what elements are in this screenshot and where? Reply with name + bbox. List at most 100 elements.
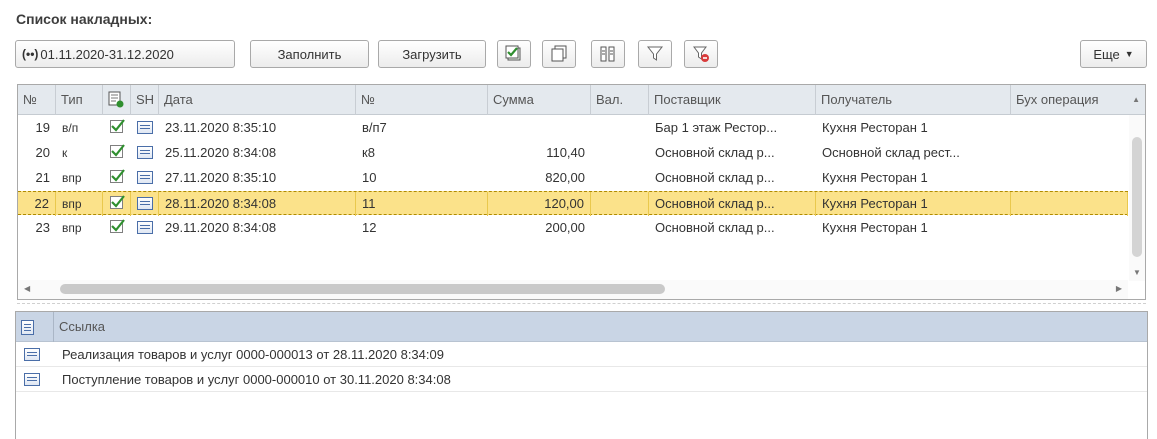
row-number: 19 — [35, 120, 50, 135]
posted-checkbox[interactable] — [103, 141, 131, 165]
col-header-accounting-op[interactable]: Бух операция — [1011, 85, 1128, 115]
row-number: 20 — [35, 145, 50, 160]
scroll-up-icon[interactable]: ▲ — [1132, 95, 1140, 104]
row-accounting-op — [1011, 192, 1128, 216]
row-currency — [591, 166, 649, 190]
col-header-date[interactable]: Дата — [159, 85, 356, 115]
row-number: 22 — [18, 192, 56, 216]
row-date: 23.11.2020 8:35:10 — [165, 120, 277, 135]
col-header-sh[interactable]: SH — [131, 85, 159, 115]
row-supplier: Бар 1 этаж Рестор... — [655, 120, 778, 135]
link-text[interactable]: Поступление товаров и услуг 0000-000010 … — [56, 368, 756, 392]
table-row[interactable]: 19 в/п 23.11.2020 8:35:10 в/п7 Бар 1 этаж Ре… — [18, 116, 1128, 140]
row-doc-number: 10 — [362, 170, 377, 185]
row-currency — [591, 192, 649, 216]
row-receiver: Кухня Ресторан 1 — [816, 192, 1011, 216]
table-row[interactable]: 20 к 25.11.2020 8:34:08 к8 110,40 Основной ск… — [18, 141, 1128, 165]
col-header-currency[interactable]: Вал. — [591, 85, 649, 115]
row-type: в/п — [62, 121, 79, 135]
row-type: впр — [62, 221, 82, 235]
links-col-header[interactable]: Ссылка — [54, 312, 454, 342]
row-date: 28.11.2020 8:34:08 — [159, 192, 356, 216]
row-number: 21 — [35, 170, 50, 185]
document-icon — [131, 216, 159, 240]
table-row[interactable]: 21 впр 27.11.2020 8:35:10 10 820,00 Основной … — [18, 166, 1128, 190]
row-accounting-op — [1011, 216, 1128, 240]
doc-icon — [16, 312, 54, 342]
links-table: Ссылка Реализация товаров и услуг 0000-0… — [15, 311, 1148, 439]
col-header-sum[interactable]: Сумма — [488, 85, 591, 115]
chevron-down-icon: ▼ — [1124, 49, 1134, 59]
col-header-type[interactable]: Тип — [56, 85, 103, 115]
row-doc-number: 12 — [362, 220, 377, 235]
row-supplier: Основной склад р... — [649, 192, 816, 216]
panel-splitter[interactable] — [17, 303, 1146, 304]
table-row[interactable]: 22 впр 28.11.2020 8:34:08 11 120,00 Основной … — [18, 191, 1128, 216]
row-sum: 110,40 — [546, 145, 585, 160]
clear-filter-icon[interactable] — [684, 40, 718, 68]
row-supplier: Основной склад р... — [655, 170, 775, 185]
row-number: 23 — [35, 220, 50, 235]
list-item[interactable]: Поступление товаров и услуг 0000-000010 … — [16, 368, 1147, 392]
document-icon — [131, 166, 159, 190]
load-button[interactable]: Загрузить — [378, 40, 486, 68]
row-sum: 820,00 — [545, 170, 585, 185]
row-sum: 200,00 — [545, 220, 585, 235]
row-type: впр — [62, 171, 82, 185]
col-header-supplier[interactable]: Поставщик — [649, 85, 816, 115]
period-icon: (••) — [22, 47, 39, 61]
row-doc-number: 11 — [356, 192, 488, 216]
row-doc-number: к8 — [362, 145, 375, 160]
row-currency — [591, 116, 649, 140]
links-header: Ссылка — [16, 312, 1147, 342]
row-type: впр — [56, 192, 103, 216]
scroll-left-icon[interactable]: ◀ — [24, 284, 30, 293]
vertical-scrollbar[interactable]: ▼ — [1129, 115, 1145, 281]
row-accounting-op — [1011, 166, 1128, 190]
row-supplier: Основной склад р... — [655, 220, 775, 235]
scroll-down-icon[interactable]: ▼ — [1133, 268, 1141, 277]
list-item[interactable]: Реализация товаров и услуг 0000-000013 о… — [16, 343, 1147, 367]
row-accounting-op — [1011, 141, 1128, 165]
document-icon — [18, 343, 54, 367]
vertical-scroll-thumb[interactable] — [1132, 137, 1142, 257]
posted-checkbox[interactable] — [103, 116, 131, 140]
fill-button[interactable]: Заполнить — [250, 40, 369, 68]
row-receiver: Основной склад рест... — [822, 145, 960, 160]
document-icon — [131, 192, 159, 216]
table-row[interactable]: 23 впр 29.11.2020 8:34:08 12 200,00 Основной … — [18, 216, 1128, 240]
scroll-right-icon[interactable]: ▶ — [1116, 284, 1122, 293]
invoice-list-title: Список накладных: — [16, 11, 153, 27]
filter-icon[interactable] — [638, 40, 672, 68]
row-sum: 120,00 — [488, 192, 591, 216]
row-doc-number: в/п7 — [362, 120, 387, 135]
horizontal-scrollbar[interactable]: ◀ ▶ — [18, 280, 1128, 299]
row-date: 25.11.2020 8:34:08 — [165, 145, 277, 160]
columns-icon[interactable] — [591, 40, 625, 68]
col-header-receiver[interactable]: Получатель — [816, 85, 1011, 115]
check-all-icon[interactable] — [497, 40, 531, 68]
more-label: Еще — [1093, 46, 1120, 62]
row-currency — [591, 141, 649, 165]
horizontal-scroll-thumb[interactable] — [60, 284, 665, 294]
period-button[interactable]: (••) 01.11.2020-31.12.2020 — [15, 40, 235, 68]
row-date: 29.11.2020 8:34:08 — [165, 220, 277, 235]
row-date: 27.11.2020 8:35:10 — [165, 170, 277, 185]
posted-checkbox[interactable] — [103, 216, 131, 240]
more-button[interactable]: Еще ▼ — [1080, 40, 1147, 68]
copy-icon[interactable] — [542, 40, 576, 68]
row-accounting-op — [1011, 116, 1128, 140]
posted-checkbox[interactable] — [103, 166, 131, 190]
document-icon — [131, 116, 159, 140]
col-header-posted[interactable] — [103, 85, 131, 115]
row-receiver: Кухня Ресторан 1 — [822, 170, 928, 185]
row-supplier: Основной склад р... — [655, 145, 775, 160]
col-header-number[interactable]: № — [18, 85, 56, 115]
row-type: к — [62, 146, 68, 160]
col-header-doc-number[interactable]: № — [356, 85, 488, 115]
period-label: 01.11.2020-31.12.2020 — [40, 46, 174, 62]
toolbar: (••) 01.11.2020-31.12.2020 Заполнить Заг… — [15, 40, 1147, 70]
row-receiver: Кухня Ресторан 1 — [822, 220, 928, 235]
link-text[interactable]: Реализация товаров и услуг 0000-000013 о… — [56, 343, 756, 367]
posted-checkbox[interactable] — [103, 192, 131, 216]
